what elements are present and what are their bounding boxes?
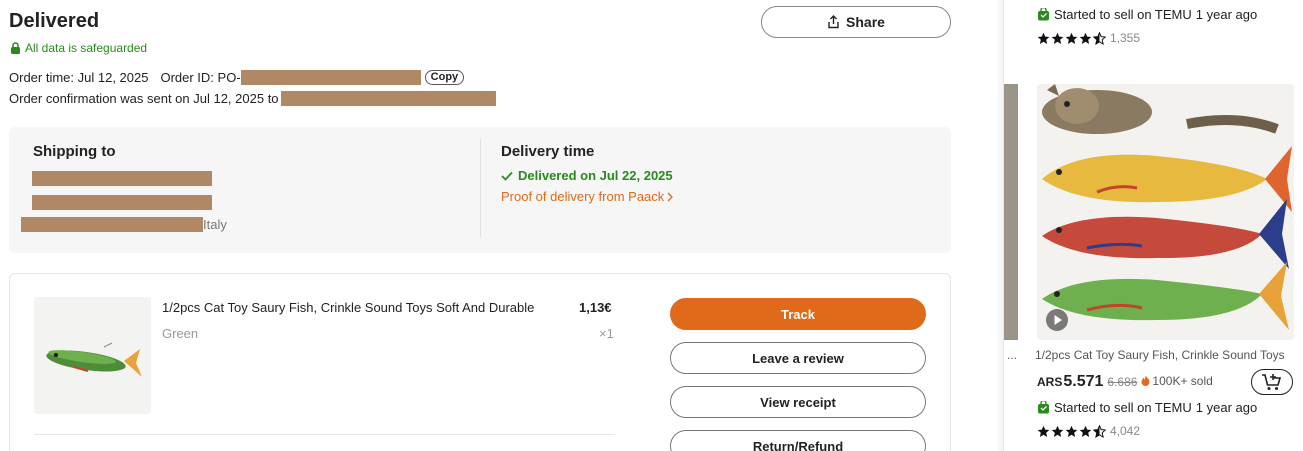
product-variant: Green <box>162 326 199 341</box>
share-icon <box>828 15 839 29</box>
proof-of-delivery-link[interactable]: Proof of delivery from Paack <box>501 189 674 204</box>
shipping-heading: Shipping to <box>33 143 116 160</box>
current-price: 5.571 <box>1063 373 1104 390</box>
confirmation-text: Order confirmation was sent on Jul 12, 2… <box>9 91 279 106</box>
redacted-address <box>32 195 212 210</box>
return-refund-button[interactable]: Return/Refund <box>670 430 926 451</box>
fish-toy-image <box>46 342 142 377</box>
truncated-adjacent-name: ... <box>1007 348 1018 362</box>
share-button[interactable]: Share <box>761 6 951 38</box>
order-item-card: 1/2pcs Cat Toy Saury Fish, Crinkle Sound… <box>9 273 951 451</box>
view-receipt-button[interactable]: View receipt <box>670 386 926 418</box>
add-to-cart-icon <box>1262 374 1282 390</box>
order-detail-panel: Delivered All data is safeguarded Share … <box>0 0 1003 451</box>
delivery-status: Delivered on Jul 22, 2025 <box>501 168 673 183</box>
confirmation-line: Order confirmation was sent on Jul 12, 2… <box>9 91 496 106</box>
safeguard-notice: All data is safeguarded <box>10 41 147 55</box>
recommendations-panel: Started to sell on TEMU 1 year ago 1,355 <box>1003 0 1303 451</box>
track-button[interactable]: Track <box>670 298 926 330</box>
star-rating <box>1037 424 1106 438</box>
rating-top: 1,355 <box>1037 31 1140 45</box>
star-icon <box>1051 32 1064 44</box>
address-country: Italy <box>203 217 227 232</box>
seller-badge-suffix: 1 year ago <box>1195 400 1258 415</box>
half-star-icon <box>1093 31 1106 45</box>
order-time: Order time: Jul 12, 2025 <box>9 70 149 85</box>
delivery-status-text: Delivered on Jul 22, 2025 <box>518 168 673 183</box>
star-icon <box>1037 425 1050 437</box>
seller-badge-bottom: Started to sell on TEMU 1 year ago <box>1037 400 1257 415</box>
address-line-2 <box>32 195 212 215</box>
redacted-address <box>21 217 203 232</box>
order-id-label: Order ID: PO- <box>160 70 241 85</box>
proof-link-text: Proof of delivery from Paack <box>501 189 665 204</box>
cat-fish-toys-image <box>1037 84 1294 340</box>
product-image[interactable] <box>1037 84 1294 340</box>
rating-bottom: 4,042 <box>1037 424 1140 438</box>
copy-order-id-button[interactable]: Copy <box>424 70 465 85</box>
star-icon <box>1079 32 1092 44</box>
sold-text: 100K+ sold <box>1152 373 1213 388</box>
leave-review-button[interactable]: Leave a review <box>670 342 926 374</box>
check-icon <box>501 171 513 181</box>
seller-badge-prefix: Started to sell on TEMU <box>1054 7 1192 22</box>
star-icon <box>1065 32 1078 44</box>
redacted-email <box>280 91 496 106</box>
add-to-cart-button[interactable] <box>1251 369 1293 395</box>
item-divider <box>34 434 615 435</box>
redacted-order-id <box>240 70 421 85</box>
play-icon[interactable] <box>1045 308 1069 332</box>
sold-count: 100K+ sold <box>1141 373 1213 388</box>
star-icon <box>1051 425 1064 437</box>
original-price: 6.686 <box>1107 375 1138 389</box>
shipping-delivery-box: Shipping to Italy Delivery time Delivere… <box>9 127 951 253</box>
adjacent-product-image[interactable] <box>1004 84 1018 340</box>
star-rating <box>1037 31 1106 45</box>
bag-icon <box>1038 401 1049 414</box>
seller-badge-prefix: Started to sell on TEMU <box>1054 400 1192 415</box>
address-line-3: Italy <box>21 217 227 232</box>
seller-badge-suffix: 1 year ago <box>1195 7 1258 22</box>
price-currency: ARS <box>1037 375 1063 389</box>
share-label: Share <box>846 14 885 30</box>
product-price: 1,13€ <box>579 300 612 315</box>
star-icon <box>1079 425 1092 437</box>
half-star-icon <box>1093 424 1106 438</box>
order-info-line: Order time: Jul 12, 2025 Order ID: PO- C… <box>9 70 465 85</box>
product-thumbnail[interactable] <box>34 297 151 414</box>
star-icon <box>1065 425 1078 437</box>
section-divider <box>480 139 481 237</box>
rating-count: 4,042 <box>1110 424 1141 438</box>
product-name[interactable]: 1/2pcs Cat Toy Saury Fish, Crinkle Sound… <box>162 300 574 315</box>
lock-icon <box>11 42 20 54</box>
chevron-right-icon <box>667 192 674 201</box>
bag-icon <box>1038 8 1049 21</box>
star-icon <box>1037 32 1050 44</box>
delivery-heading: Delivery time <box>501 143 595 160</box>
order-status-title: Delivered <box>9 10 100 32</box>
shipping-section: Shipping to Italy <box>21 143 227 232</box>
delivery-section: Delivery time Delivered on Jul 22, 2025 … <box>501 143 674 204</box>
product-quantity: ×1 <box>599 326 614 341</box>
flame-icon <box>1141 375 1150 386</box>
price-row: ARS 5.571 6.686 100K+ sold <box>1037 373 1213 391</box>
rating-count: 1,355 <box>1110 31 1141 45</box>
redacted-address <box>32 171 212 186</box>
seller-badge-top: Started to sell on TEMU 1 year ago <box>1037 7 1257 22</box>
recommended-product-name[interactable]: 1/2pcs Cat Toy Saury Fish, Crinkle Sound… <box>1035 348 1287 362</box>
safeguard-text: All data is safeguarded <box>25 41 148 55</box>
address-line-1 <box>32 171 212 191</box>
